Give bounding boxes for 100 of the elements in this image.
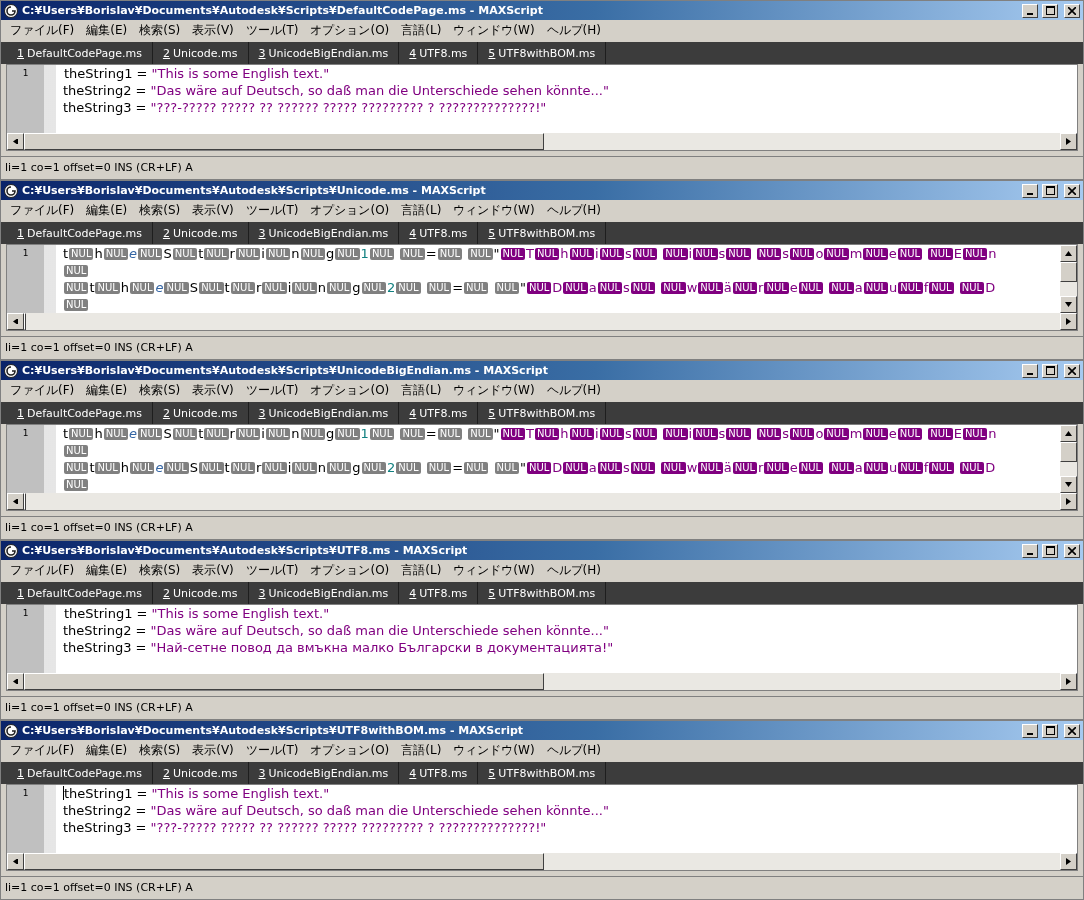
menu-item[interactable]: ファイル(F) — [4, 201, 81, 219]
menu-item[interactable]: 検索(S) — [133, 381, 187, 399]
scroll-left-button[interactable] — [7, 133, 24, 150]
app-icon — [4, 183, 18, 198]
menu-item[interactable]: 編集(E) — [80, 741, 134, 759]
scroll-down-button[interactable] — [1060, 476, 1077, 493]
maximize-button[interactable] — [1042, 183, 1058, 198]
scroll-left-button[interactable] — [7, 493, 24, 510]
scroll-right-button[interactable] — [1060, 313, 1077, 330]
close-button[interactable] — [1064, 363, 1080, 378]
menu-item[interactable]: ヘルプ(H) — [540, 381, 607, 399]
menu-item[interactable]: 表示(V) — [186, 381, 240, 399]
scroll-right-button[interactable] — [1060, 853, 1077, 870]
close-button[interactable] — [1064, 723, 1080, 738]
maximize-button[interactable] — [1042, 363, 1058, 378]
scroll-left-button[interactable] — [7, 673, 24, 690]
left-arrow-icon — [12, 859, 19, 864]
scroll-right-button[interactable] — [1060, 133, 1077, 150]
horizontal-scrollbar[interactable] — [6, 133, 1078, 151]
code-line: NUL t NUL h NUL e NUL S NUL t NUL r NUL i NUL n NUL g NUL 2 NUL NUL = NUL NUL " NUL D NUL a NUL s NUL NUL w NUL ä NUL r NUL e NUL NUL a NUL u NUL f NUL NUL D — [63, 459, 997, 476]
minimize-button[interactable] — [1022, 3, 1038, 18]
menu-item[interactable]: オプション(O) — [304, 741, 396, 759]
close-button[interactable] — [1064, 183, 1080, 198]
horizontal-scrollbar[interactable] — [6, 673, 1078, 691]
menu-item[interactable]: ファイル(F) — [4, 741, 81, 759]
menu-item[interactable]: ウィンドウ(W) — [447, 201, 541, 219]
menu-item[interactable]: オプション(O) — [304, 21, 396, 39]
horizontal-scrollbar[interactable] — [6, 853, 1078, 871]
code-line: theString2 = "Das wäre auf Deutsch, so daß man die Unterschiede sehen könnte..." — [63, 623, 609, 638]
menu-item[interactable]: ヘルプ(H) — [540, 201, 607, 219]
menu-item[interactable]: ヘルプ(H) — [540, 741, 607, 759]
menu-item[interactable]: ウィンドウ(W) — [447, 741, 541, 759]
up-arrow-icon — [1065, 431, 1072, 436]
menu-item[interactable]: ツール(T) — [239, 381, 305, 399]
menu-item[interactable]: ウィンドウ(W) — [447, 21, 541, 39]
maximize-button[interactable] — [1042, 723, 1058, 738]
vertical-scrollbar[interactable] — [1059, 425, 1077, 493]
menu-item[interactable]: 言語(L) — [395, 21, 448, 39]
menu-item[interactable]: 表示(V) — [186, 741, 240, 759]
app-icon — [4, 543, 18, 558]
menu-item[interactable]: ファイル(F) — [4, 561, 81, 579]
code-line: theString1 = "This is some English text." — [64, 786, 330, 801]
left-arrow-icon — [12, 499, 19, 504]
close-button[interactable] — [1064, 3, 1080, 18]
line-number: 1 — [22, 67, 29, 80]
minimize-icon — [1027, 192, 1033, 195]
menu-item[interactable]: ヘルプ(H) — [540, 21, 607, 39]
line-number: 1 — [22, 247, 29, 260]
menu-item[interactable]: オプション(O) — [304, 381, 396, 399]
left-arrow-icon — [12, 139, 19, 144]
menu-item[interactable]: ツール(T) — [239, 21, 305, 39]
minimize-button[interactable] — [1022, 363, 1038, 378]
menu-item[interactable]: 言語(L) — [395, 741, 448, 759]
maximize-button[interactable] — [1042, 543, 1058, 558]
menu-item[interactable]: 検索(S) — [133, 741, 187, 759]
minimize-button[interactable] — [1022, 183, 1038, 198]
menu-item[interactable]: 表示(V) — [186, 21, 240, 39]
right-arrow-icon — [1066, 498, 1071, 505]
minimize-icon — [1027, 372, 1033, 375]
menu-item[interactable]: ツール(T) — [239, 201, 305, 219]
menu-item[interactable]: 編集(E) — [80, 561, 134, 579]
menu-item[interactable]: 検索(S) — [133, 21, 187, 39]
code-line: theString3 = "???-????? ????? ?? ?????? ????? ????????? ? ??????????????!" — [63, 820, 547, 835]
minimize-button[interactable] — [1022, 543, 1038, 558]
code-line: t NUL h NUL e NUL S NUL t NUL r NUL i NUL n NUL g NUL 1 NUL NUL = NUL NUL " NUL T NUL h NUL i NUL s NUL NUL i NUL s NUL NUL s NUL o NUL m NUL e NUL NUL E NUL n — [63, 425, 998, 442]
menu-item[interactable]: オプション(O) — [304, 201, 396, 219]
menu-item[interactable]: 検索(S) — [133, 201, 187, 219]
menu-item[interactable]: 表示(V) — [186, 561, 240, 579]
right-arrow-icon — [1066, 678, 1071, 685]
horizontal-scrollbar[interactable] — [6, 493, 1078, 511]
scroll-up-button[interactable] — [1060, 245, 1077, 262]
scroll-left-button[interactable] — [7, 313, 24, 330]
maximize-button[interactable] — [1042, 3, 1058, 18]
menu-item[interactable]: ツール(T) — [239, 741, 305, 759]
menu-item[interactable]: 表示(V) — [186, 201, 240, 219]
down-arrow-icon — [1065, 302, 1072, 307]
menu-item[interactable]: ファイル(F) — [4, 381, 81, 399]
menu-item[interactable]: 言語(L) — [395, 201, 448, 219]
scroll-right-button[interactable] — [1060, 493, 1077, 510]
minimize-button[interactable] — [1022, 723, 1038, 738]
close-button[interactable] — [1064, 543, 1080, 558]
menu-item[interactable]: ファイル(F) — [4, 21, 81, 39]
menu-item[interactable]: オプション(O) — [304, 561, 396, 579]
scroll-left-button[interactable] — [7, 853, 24, 870]
menu-item[interactable]: ツール(T) — [239, 561, 305, 579]
menu-item[interactable]: 編集(E) — [80, 201, 134, 219]
menu-item[interactable]: ウィンドウ(W) — [447, 561, 541, 579]
horizontal-scrollbar[interactable] — [6, 313, 1078, 331]
menu-item[interactable]: 言語(L) — [395, 381, 448, 399]
menu-item[interactable]: ヘルプ(H) — [540, 561, 607, 579]
window-title: C:¥Users¥Borislav¥Documents¥Autodesk¥Scripts¥UTF8.ms - MAXScript — [22, 544, 469, 557]
menu-item[interactable]: 編集(E) — [80, 21, 134, 39]
menu-item[interactable]: ウィンドウ(W) — [447, 381, 541, 399]
menu-item[interactable]: 検索(S) — [133, 561, 187, 579]
menu-item[interactable]: 言語(L) — [395, 561, 448, 579]
menu-item[interactable]: 編集(E) — [80, 381, 134, 399]
scroll-up-button[interactable] — [1060, 425, 1077, 442]
scroll-down-button[interactable] — [1060, 296, 1077, 313]
vertical-scrollbar[interactable] — [1059, 245, 1077, 313]
scroll-right-button[interactable] — [1060, 673, 1077, 690]
